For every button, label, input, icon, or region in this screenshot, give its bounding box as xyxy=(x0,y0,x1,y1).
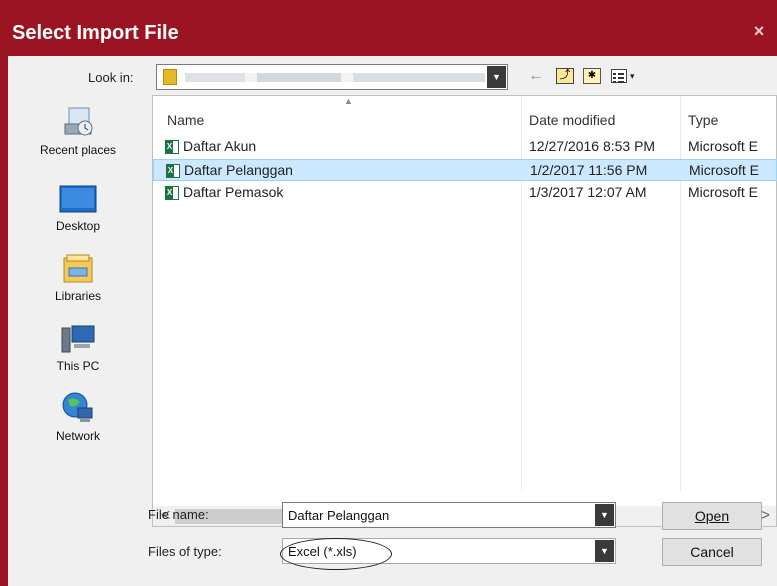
view-menu-icon[interactable] xyxy=(611,69,627,83)
open-button-label: Open xyxy=(694,508,730,524)
excel-file-icon xyxy=(165,140,179,154)
look-in-label: Look in: xyxy=(88,70,134,85)
place-network[interactable]: Network xyxy=(8,390,148,443)
files-of-type-label: Files of type: xyxy=(148,544,222,559)
file-row-selected[interactable]: Daftar Pelanggan 1/2/2017 11:56 PM Micro… xyxy=(153,159,777,181)
scroll-right-icon[interactable]: > xyxy=(761,506,770,526)
column-header-date-modified[interactable]: Date modified xyxy=(529,112,615,128)
place-this-pc[interactable]: This PC xyxy=(8,322,148,373)
network-icon xyxy=(62,392,93,422)
file-type: Microsoft E xyxy=(689,162,760,178)
excel-file-icon xyxy=(166,164,180,178)
place-recent-places[interactable]: Recent places xyxy=(8,106,148,157)
cancel-button[interactable]: Cancel xyxy=(662,538,762,566)
blurred-folder-path xyxy=(185,73,485,82)
recent-places-icon xyxy=(64,107,93,136)
file-row[interactable]: Daftar Pemasok 1/3/2017 12:07 AM Microso… xyxy=(153,182,777,204)
file-date: 1/2/2017 11:56 PM xyxy=(530,162,648,178)
column-header-name[interactable]: Name xyxy=(167,112,204,128)
close-icon[interactable]: × xyxy=(748,20,770,42)
this-pc-icon xyxy=(61,325,95,353)
file-name: Daftar Akun xyxy=(183,138,257,154)
highlight-ellipse xyxy=(280,538,392,570)
place-desktop[interactable]: Desktop xyxy=(8,184,148,233)
folder-icon xyxy=(163,69,177,85)
file-row[interactable]: Daftar Akun 12/27/2016 8:53 PM Microsoft… xyxy=(153,136,777,158)
dialog-body: Look in: ▼ ← ⤴ ✱ ▾ Recent places Desktop… xyxy=(8,56,777,586)
file-name: Daftar Pemasok xyxy=(183,184,284,200)
file-list: ▲ Name Date modified Type Daftar Akun 12… xyxy=(152,95,777,527)
file-date: 1/3/2017 12:07 AM xyxy=(529,184,647,200)
dialog-title: Select Import File xyxy=(12,22,179,44)
place-label: Libraries xyxy=(54,289,102,303)
place-label: Recent places xyxy=(39,143,117,157)
file-name-label: File name: xyxy=(148,507,209,522)
desktop-icon xyxy=(59,185,97,213)
file-type: Microsoft E xyxy=(688,138,759,154)
place-label: This PC xyxy=(56,359,100,373)
back-arrow-icon[interactable]: ← xyxy=(528,66,544,86)
files-of-type-dropdown-arrow[interactable]: ▼ xyxy=(595,540,614,562)
up-one-level-icon[interactable]: ⤴ xyxy=(556,68,574,84)
excel-file-icon xyxy=(165,186,179,200)
place-label: Desktop xyxy=(55,219,101,233)
libraries-icon xyxy=(63,254,93,283)
open-button[interactable]: Open xyxy=(662,502,762,530)
select-import-file-dialog: Select Import File × Look in: ▼ ← ⤴ ✱ ▾ xyxy=(0,0,777,586)
look-in-dropdown[interactable]: ▼ xyxy=(156,64,508,90)
new-folder-icon[interactable]: ✱ xyxy=(583,68,601,84)
places-bar: Recent places Desktop Libraries This PC … xyxy=(8,94,148,514)
grid-view-icon xyxy=(613,73,624,83)
place-label: Network xyxy=(55,429,100,443)
column-header-type[interactable]: Type xyxy=(688,112,718,128)
place-libraries[interactable]: Libraries xyxy=(8,252,148,303)
title-bar[interactable]: Select Import File × xyxy=(0,0,777,56)
file-name: Daftar Pelanggan xyxy=(184,162,293,178)
look-in-dropdown-arrow[interactable]: ▼ xyxy=(487,66,506,88)
files-of-type-value: Excel (*.xls) xyxy=(280,538,392,570)
files-of-type-dropdown[interactable]: Excel (*.xls) ▼ xyxy=(280,538,616,570)
file-date: 12/27/2016 8:53 PM xyxy=(529,138,656,154)
file-name-value: Daftar Pelanggan xyxy=(288,508,390,523)
file-type: Microsoft E xyxy=(688,184,759,200)
file-name-input[interactable]: Daftar Pelanggan ▼ xyxy=(282,502,616,528)
view-menu-arrow-icon[interactable]: ▾ xyxy=(630,66,635,86)
file-name-dropdown-arrow[interactable]: ▼ xyxy=(595,504,614,526)
sort-ascending-icon: ▲ xyxy=(344,96,353,106)
